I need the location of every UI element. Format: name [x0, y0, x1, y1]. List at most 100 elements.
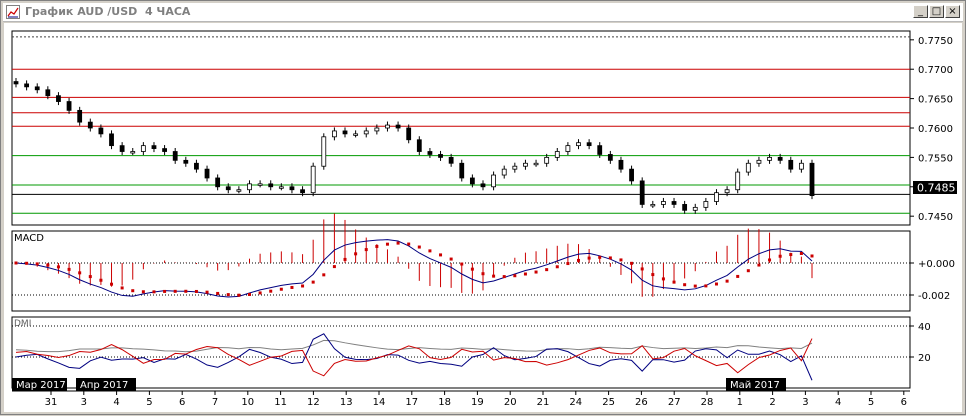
candle-body — [692, 206, 698, 211]
macd-signal-dot — [672, 280, 676, 284]
candle-body — [98, 127, 104, 135]
macd-signal-dot — [343, 257, 347, 261]
date-label: 5 — [868, 397, 874, 408]
macd-signal-dot — [56, 265, 60, 269]
macd-signal-dot — [194, 289, 198, 293]
macd-panel-frame — [11, 230, 911, 312]
macd-signal-dot — [492, 274, 496, 278]
date-label: 6 — [901, 397, 907, 408]
candle-body — [363, 130, 369, 135]
macd-signal-dot — [354, 252, 358, 256]
price-axis-label: 0.7550 — [918, 153, 953, 164]
macd-signal-dot — [237, 293, 241, 297]
macd-signal-dot — [768, 258, 772, 262]
date-label: 3 — [802, 397, 808, 408]
macd-signal-dot — [163, 289, 167, 293]
date-label: 17 — [405, 397, 418, 408]
candle-body — [119, 145, 125, 152]
current-price-label: 0.7485 — [917, 182, 956, 195]
candle-body — [671, 201, 677, 205]
macd-signal-dot — [651, 273, 655, 277]
period-label-may: Май 2017 — [730, 380, 780, 391]
candle-body — [427, 151, 433, 155]
candle-body — [395, 124, 401, 129]
macd-signal-dot — [322, 273, 326, 277]
macd-signal-dot — [216, 291, 220, 295]
macd-signal-dot — [14, 261, 18, 265]
close-button[interactable]: × — [945, 5, 960, 18]
date-label: 4 — [835, 397, 841, 408]
chart-area[interactable]: 0.77500.77000.76500.76000.75500.75000.74… — [4, 23, 962, 412]
candle-body — [650, 204, 656, 207]
candle-body — [735, 171, 741, 191]
date-label: 13 — [340, 397, 353, 408]
macd-signal-dot — [534, 270, 538, 274]
candle-body — [34, 86, 40, 91]
title-bar[interactable]: График AUD /USD 4 ЧАСА _ □ × — [3, 3, 963, 22]
candle-body — [512, 165, 518, 170]
date-label: 7 — [212, 397, 218, 408]
macd-signal-dot — [725, 279, 729, 283]
candle-body — [406, 127, 412, 141]
maximize-button[interactable]: □ — [929, 5, 944, 18]
candle-body — [565, 145, 571, 152]
minimize-button[interactable]: _ — [913, 5, 928, 18]
macd-signal-dot — [449, 257, 453, 261]
candle-body — [523, 162, 528, 167]
candle-body — [353, 133, 359, 136]
candle-body — [480, 183, 486, 188]
macd-signal-dot — [470, 267, 474, 271]
candle-body — [310, 165, 316, 194]
candle-body — [798, 162, 804, 170]
macd-signal-dot — [661, 277, 665, 281]
date-label: 3 — [81, 397, 87, 408]
macd-signal-dot — [608, 256, 612, 260]
candle-body — [183, 159, 189, 164]
dmi-label: DMI — [14, 319, 31, 329]
date-axis: 31 3 4 5 6 7 10 11 12 13 14 17 18 19 20 21 24 25 26 27 28 1 2 3… — [45, 391, 907, 408]
candle-body — [172, 151, 178, 161]
macd-signal-dot — [247, 292, 251, 296]
macd-signal-dot — [332, 265, 336, 269]
candle-body — [331, 130, 337, 138]
macd-signal-dot — [311, 280, 315, 284]
candle-body — [77, 109, 83, 123]
macd-axis-label-1: -0.002 — [918, 291, 950, 302]
candle-body — [533, 162, 539, 166]
period-label-apr: Апр 2017 — [80, 380, 128, 391]
candle-body — [576, 142, 581, 147]
macd-signal-dot — [683, 283, 687, 287]
macd-signal-dot — [523, 272, 527, 276]
candle-body — [756, 159, 762, 164]
macd-signal-dot — [640, 267, 644, 271]
candle-body — [501, 168, 507, 176]
macd-signal-dot — [35, 262, 39, 266]
date-label: 10 — [241, 397, 254, 408]
macd-signal-dot — [269, 289, 273, 293]
chart-canvas[interactable]: 0.77500.77000.76500.76000.75500.75000.74… — [4, 23, 962, 412]
candle-body — [130, 151, 136, 154]
macd-axis-label-0: +0.000 — [918, 259, 955, 270]
date-label: 11 — [274, 397, 287, 408]
macd-signal-dot — [375, 244, 379, 248]
candle-body — [682, 204, 688, 211]
candle-body — [544, 156, 550, 164]
macd-signal-dot — [279, 287, 283, 291]
macd-signal-dot — [25, 261, 29, 265]
date-label: 18 — [438, 397, 451, 408]
candle-body — [268, 183, 274, 188]
candle-body — [385, 124, 390, 129]
macd-signal-dot — [258, 291, 262, 295]
candle-body — [278, 186, 284, 189]
chart-window: График AUD /USD 4 ЧАСА _ □ × 0.7750 0.770… — [0, 0, 966, 415]
macd-signal-dot — [736, 274, 740, 278]
macd-signal-dot — [67, 267, 71, 271]
macd-signal-dot — [141, 290, 145, 294]
candle-body — [607, 154, 613, 161]
macd-signal-dot — [120, 286, 124, 290]
macd-signal-dot — [587, 256, 591, 260]
macd-signal-dot — [545, 268, 549, 272]
candle-body — [724, 189, 730, 194]
date-label: 21 — [537, 397, 550, 408]
candle-body — [140, 145, 146, 152]
